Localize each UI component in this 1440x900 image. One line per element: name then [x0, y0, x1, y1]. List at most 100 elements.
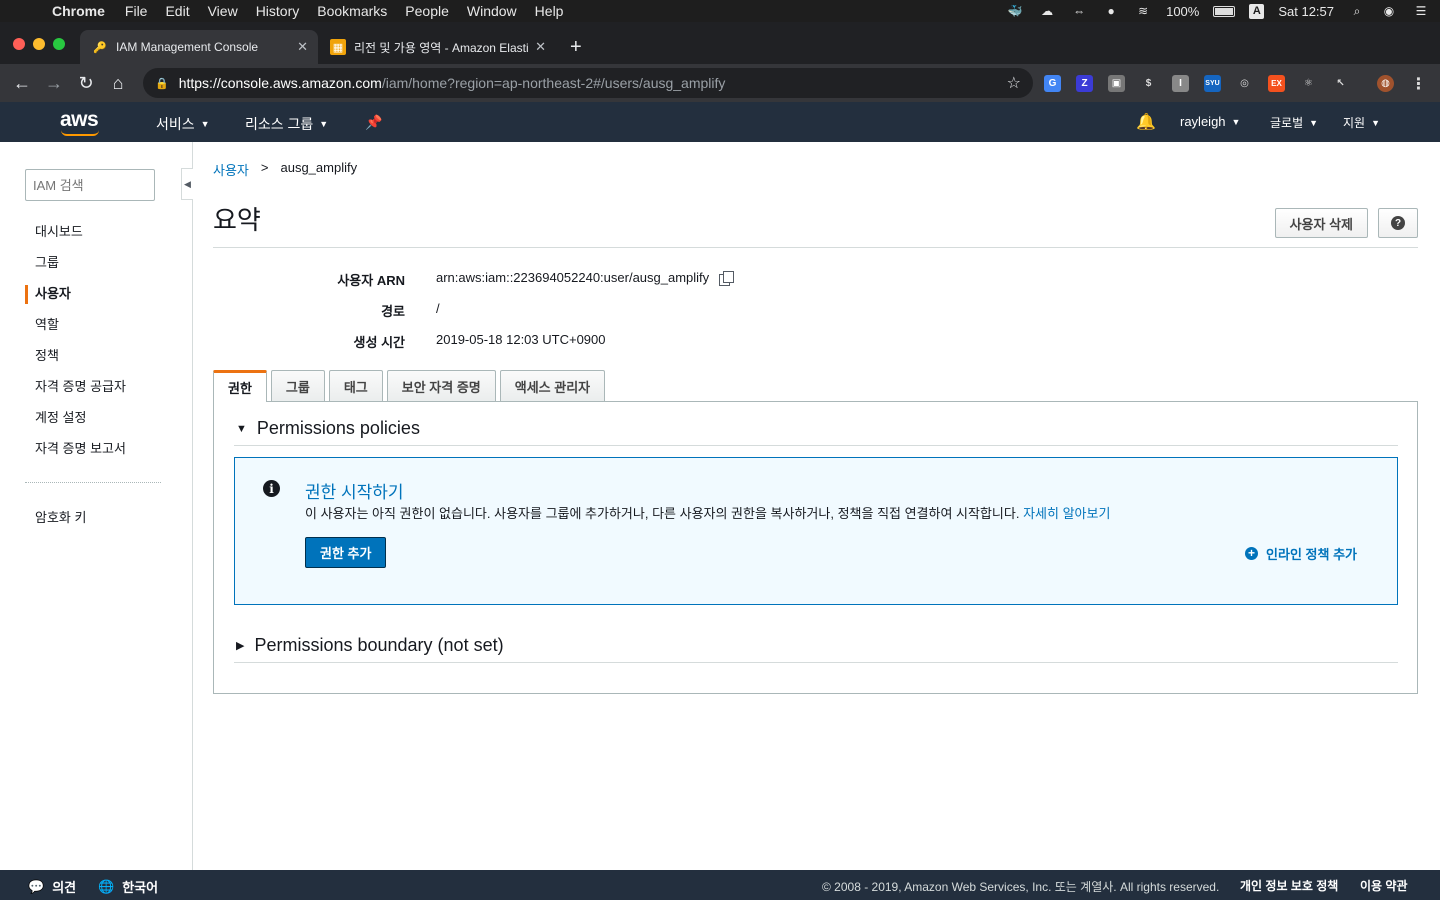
menu-file[interactable]: File — [125, 3, 148, 19]
zoom-window-button[interactable] — [53, 38, 65, 50]
home-icon[interactable]: ⌂ — [102, 73, 134, 94]
sidebar-item-users[interactable]: 사용자 — [0, 284, 193, 315]
tab-title: IAM Management Console — [116, 40, 259, 54]
extension-icon[interactable]: ▣ — [1108, 75, 1125, 92]
learn-more-link[interactable]: 자세히 알아보기 — [1023, 506, 1110, 521]
info-text: 이 사용자는 아직 권한이 없습니다. 사용자를 그룹에 추가하거나, 다른 사… — [305, 503, 1110, 522]
delete-user-button[interactable]: 사용자 삭제 — [1274, 208, 1368, 238]
instapaper-icon[interactable]: I — [1172, 75, 1189, 92]
ex-extension-icon[interactable]: EX — [1268, 75, 1285, 92]
feedback-link[interactable]: 💬 의견 — [28, 877, 76, 896]
forward-icon[interactable]: → — [38, 73, 70, 94]
add-inline-policy-link[interactable]: + 인라인 정책 추가 — [1245, 544, 1357, 563]
tab-groups[interactable]: 그룹 — [270, 370, 325, 402]
tab-title: 리전 및 가용 영역 - Amazon Elasti — [354, 40, 529, 55]
notification-center-icon[interactable]: ☰ — [1412, 4, 1430, 18]
google-translate-icon[interactable]: G — [1044, 75, 1061, 92]
minimize-window-button[interactable] — [33, 38, 45, 50]
copy-icon[interactable] — [719, 270, 735, 286]
iam-search-input[interactable] — [25, 169, 155, 201]
account-menu[interactable]: rayleigh ▼ — [1180, 114, 1240, 129]
bell-icon[interactable]: 🔔 — [1136, 112, 1156, 132]
menu-help[interactable]: Help — [535, 3, 564, 19]
dollar-extension-icon[interactable]: $ — [1140, 75, 1157, 92]
spotlight-search-icon[interactable]: ⌕ — [1348, 4, 1366, 18]
language-selector[interactable]: 🌐 한국어 — [98, 877, 158, 896]
menu-clock[interactable]: Sat 12:57 — [1278, 4, 1334, 19]
new-tab-icon[interactable]: + — [570, 36, 582, 59]
title-divider — [213, 247, 1418, 248]
input-source-icon[interactable]: A — [1249, 3, 1265, 19]
help-button[interactable]: ? — [1378, 208, 1418, 238]
menu-bookmarks[interactable]: Bookmarks — [317, 3, 387, 19]
close-tab-icon[interactable]: ✕ — [297, 39, 308, 55]
target-extension-icon[interactable]: ◎ — [1236, 75, 1253, 92]
browser-tab-regions[interactable]: ▦ 리전 및 가용 영역 - Amazon Elasti ✕ — [318, 30, 556, 64]
profile-avatar[interactable]: ◍ — [1377, 75, 1394, 92]
breadcrumb-separator: > — [260, 160, 269, 175]
terms-link[interactable]: 이용 약관 — [1360, 877, 1408, 894]
privacy-policy-link[interactable]: 개인 정보 보호 정책 — [1240, 877, 1338, 894]
breadcrumb-users-link[interactable]: 사용자 — [213, 160, 249, 179]
address-bar[interactable]: 🔒 https://console.aws.amazon.com/iam/hom… — [143, 68, 1033, 98]
iam-sidebar: ◀ 대시보드 그룹 사용자 역할 정책 자격 증명 공급자 계정 설정 자격 증… — [0, 142, 193, 870]
collapse-sidebar-icon[interactable]: ◀ — [181, 168, 193, 200]
pin-icon[interactable]: 📌 — [365, 114, 382, 131]
lock-icon[interactable]: 🔒 — [155, 77, 169, 90]
menu-window[interactable]: Window — [467, 3, 517, 19]
react-devtools-icon[interactable]: ⚛ — [1300, 75, 1317, 92]
sidebar-item-credential-report[interactable]: 자격 증명 보고서 — [0, 439, 193, 470]
battery-icon[interactable] — [1213, 5, 1236, 17]
menu-app[interactable]: Chrome — [52, 3, 105, 19]
tab-tags[interactable]: 태그 — [328, 370, 383, 402]
tab-security-credentials[interactable]: 보안 자격 증명 — [386, 370, 496, 402]
services-menu[interactable]: 서비스 ▼ — [156, 114, 210, 134]
sidebar-item-dashboard[interactable]: 대시보드 — [0, 222, 193, 253]
iam-favicon-icon: 🔑 — [93, 41, 107, 54]
close-tab-icon[interactable]: ✕ — [535, 39, 546, 55]
sidebar-item-policies[interactable]: 정책 — [0, 346, 193, 377]
wifi-icon[interactable]: ≋ — [1134, 4, 1152, 18]
sidebar-item-roles[interactable]: 역할 — [0, 315, 193, 346]
aws-logo[interactable]: aws — [60, 108, 99, 136]
sidebar-item-encryption-keys[interactable]: 암호화 키 — [0, 508, 193, 539]
sidebar-item-account-settings[interactable]: 계정 설정 — [0, 408, 193, 439]
notification-app-icon[interactable]: ● — [1102, 4, 1120, 18]
tab-access-advisor[interactable]: 액세스 관리자 — [499, 370, 606, 402]
path-value: / — [436, 301, 440, 316]
cursor-extension-icon[interactable]: ↖ — [1332, 75, 1349, 92]
creative-cloud-icon[interactable]: ☁ — [1038, 4, 1056, 18]
zotero-icon[interactable]: Z — [1076, 75, 1093, 92]
menu-history[interactable]: History — [256, 3, 300, 19]
add-permissions-button[interactable]: 권한 추가 — [305, 537, 387, 568]
reload-icon[interactable]: ↻ — [70, 73, 102, 94]
resource-groups-menu[interactable]: 리소스 그룹 ▼ — [245, 114, 328, 134]
close-window-button[interactable] — [13, 38, 25, 50]
help-icon: ? — [1391, 216, 1405, 230]
syu-extension-icon[interactable]: SYU — [1204, 75, 1221, 92]
menu-people[interactable]: People — [405, 3, 449, 19]
permissions-boundary-toggle[interactable]: ▶ Permissions boundary (not set) — [236, 635, 504, 656]
sidebar-item-identity-providers[interactable]: 자격 증명 공급자 — [0, 377, 193, 408]
permissions-policies-heading: Permissions policies — [256, 418, 420, 438]
menu-view[interactable]: View — [208, 3, 238, 19]
menu-edit[interactable]: Edit — [165, 3, 189, 19]
bookmark-star-icon[interactable]: ☆ — [1007, 73, 1021, 93]
aws-docs-favicon-icon: ▦ — [330, 39, 346, 55]
caret-right-icon: ▶ — [236, 640, 245, 652]
browser-tab-iam[interactable]: 🔑 IAM Management Console ✕ — [80, 30, 318, 64]
chrome-menu-icon[interactable]: ⋮ — [1410, 75, 1427, 93]
tab-permissions[interactable]: 권한 — [213, 370, 267, 402]
url-host: https://console.aws.amazon.com — [178, 75, 382, 91]
summary-row-created: 생성 시간 2019-05-18 12:03 UTC+0900 — [213, 332, 913, 363]
region-menu[interactable]: 글로벌 ▼ — [1270, 114, 1318, 131]
chevron-down-icon: ▼ — [319, 119, 329, 129]
back-icon[interactable]: ← — [6, 73, 38, 94]
support-menu[interactable]: 지원 ▼ — [1343, 114, 1380, 131]
teamviewer-icon[interactable]: ⇔ — [1070, 4, 1088, 18]
docker-icon[interactable]: 🐳 — [1006, 4, 1024, 18]
siri-icon[interactable]: ◉ — [1380, 4, 1398, 18]
globe-icon: 🌐 — [98, 878, 115, 894]
sidebar-item-groups[interactable]: 그룹 — [0, 253, 193, 284]
permissions-policies-toggle[interactable]: ▼ Permissions policies — [236, 418, 420, 439]
